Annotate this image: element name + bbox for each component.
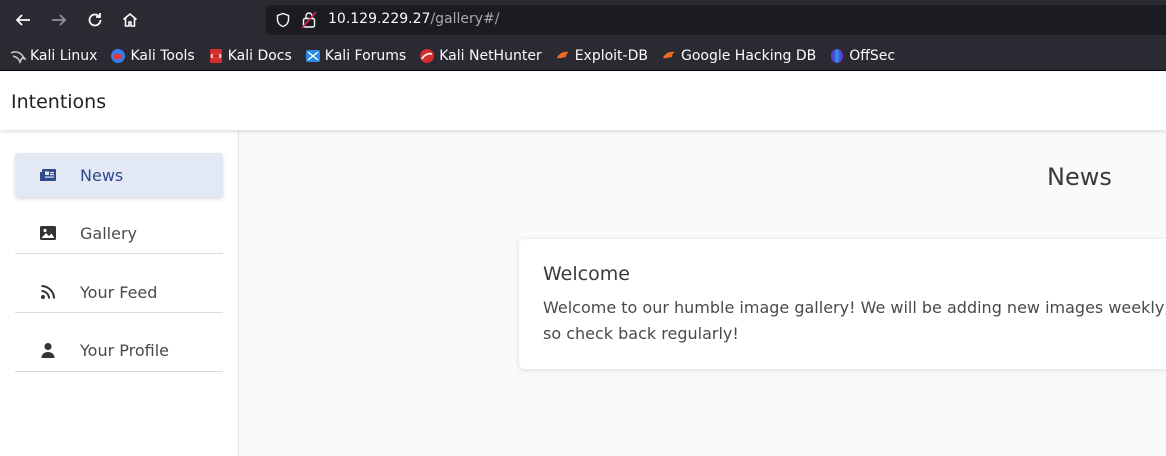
- url-bar[interactable]: 10.129.229.27/gallery#/: [266, 5, 1166, 35]
- sidebar-item-label: News: [80, 165, 124, 185]
- kali-docs-icon: [208, 48, 224, 64]
- arrow-left-icon: [15, 14, 30, 26]
- kali-nethunter-icon: [419, 48, 435, 64]
- image-icon: [39, 224, 57, 242]
- page-viewport: Intentions News Gallery Your Feed Your P…: [0, 72, 1166, 456]
- bookmark-label: Kali Linux: [30, 47, 98, 64]
- reload-icon: [88, 13, 102, 27]
- insecure-lock-icon[interactable]: [301, 11, 317, 33]
- news-card: Welcome Welcome to our humble image gall…: [519, 239, 1166, 369]
- app-header: Intentions: [0, 72, 1166, 130]
- reload-button[interactable]: [84, 9, 106, 31]
- bookmark-offsec[interactable]: OffSec: [829, 48, 895, 64]
- bookmarks-bar: Kali Linux Kali Tools Kali Docs Kali For…: [0, 41, 1166, 71]
- rss-icon: [39, 283, 57, 301]
- bookmark-label: OffSec: [849, 47, 896, 64]
- bookmark-label: Kali NetHunter: [439, 47, 542, 64]
- forward-button[interactable]: [48, 9, 70, 31]
- kali-tools-icon: [110, 48, 126, 64]
- browser-toolbar: 10.129.229.27/gallery#/: [0, 0, 1166, 41]
- sidebar-item-label: Gallery: [80, 223, 137, 243]
- bookmark-kali-tools[interactable]: Kali Tools: [110, 47, 195, 64]
- bookmark-google-hacking-db[interactable]: Google Hacking DB: [661, 48, 816, 64]
- bookmark-label: Google Hacking DB: [680, 47, 817, 64]
- back-button[interactable]: [12, 9, 34, 31]
- sidebar-item-label: Your Feed: [80, 282, 158, 302]
- home-button[interactable]: [119, 9, 141, 31]
- bookmark-kali-nethunter[interactable]: Kali NetHunter: [419, 47, 542, 64]
- offsec-icon: [829, 48, 845, 64]
- bookmark-kali-forums[interactable]: Kali Forums: [305, 48, 406, 64]
- url-path: /gallery#/: [430, 11, 500, 27]
- sidebar-item-gallery[interactable]: Gallery: [15, 211, 223, 255]
- arrow-right-icon: [52, 14, 67, 26]
- bookmark-label: Kali Forums: [324, 47, 407, 64]
- kali-forums-icon: [305, 48, 321, 64]
- main-content: News Welcome Welcome to our humble image…: [240, 130, 1166, 456]
- sidebar-item-your-profile[interactable]: Your Profile: [15, 328, 223, 372]
- bookmark-exploit-db[interactable]: Exploit-DB: [555, 48, 648, 64]
- url-host: 10.129.229.27: [328, 11, 431, 27]
- person-icon: [39, 341, 57, 359]
- url-text[interactable]: 10.129.229.27/gallery#/: [328, 11, 500, 27]
- card-title: Welcome: [543, 263, 630, 285]
- bookmark-kali-docs[interactable]: Kali Docs: [208, 48, 292, 64]
- kali-dragon-icon: [10, 48, 26, 64]
- exploit-db-icon: [555, 48, 571, 64]
- sidebar-item-your-feed[interactable]: Your Feed: [15, 270, 223, 314]
- sidebar-item-news[interactable]: News: [15, 153, 223, 197]
- sidebar-item-label: Your Profile: [80, 340, 169, 360]
- sidebar-divider: [15, 253, 223, 254]
- bookmark-label: Kali Tools: [130, 47, 195, 64]
- bookmark-label: Exploit-DB: [574, 47, 648, 64]
- card-body: Welcome to our humble image gallery! We …: [543, 298, 1166, 343]
- newspaper-icon: [39, 166, 57, 184]
- bookmark-kali-linux[interactable]: Kali Linux: [10, 48, 97, 64]
- page-title: News: [1047, 163, 1112, 191]
- ghdb-icon: [661, 48, 677, 64]
- app-title[interactable]: Intentions: [11, 91, 106, 113]
- sidebar: News Gallery Your Feed Your Profile: [0, 130, 239, 456]
- home-icon: [122, 12, 138, 27]
- shield-icon[interactable]: [275, 12, 291, 32]
- bookmark-label: Kali Docs: [227, 47, 292, 64]
